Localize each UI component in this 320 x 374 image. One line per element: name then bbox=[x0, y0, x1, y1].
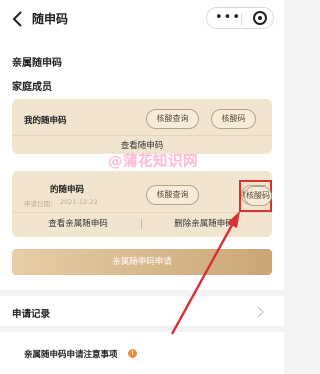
apply-relative-code-button[interactable]: 亲属随申码申请 bbox=[12, 249, 272, 275]
close-target-icon[interactable] bbox=[253, 11, 267, 25]
page-title: 随申码 bbox=[32, 12, 69, 26]
apply-date-label: 申请日期： bbox=[24, 200, 57, 208]
section-title: 亲属随申码 bbox=[12, 58, 62, 69]
test-query-button[interactable]: 核酸查询 bbox=[146, 109, 199, 129]
apply-date-value: 2021-12-22 bbox=[60, 198, 98, 206]
notice-label: 亲属随申码申请注意事项 bbox=[24, 350, 118, 360]
apply-records-label: 申请记录 bbox=[12, 309, 51, 320]
test-code-button[interactable]: 核酸码 bbox=[211, 109, 256, 129]
my-code-card: 我的随申码 核酸查询 核酸码 查看随申码 bbox=[12, 99, 272, 154]
relative-code-card: 的随申码 申请日期： 2021-12-22 核酸查询 核酸码 查看亲属随申码 删… bbox=[12, 171, 272, 237]
family-members-label: 家庭成员 bbox=[12, 82, 52, 93]
more-icon[interactable]: ••• bbox=[215, 11, 241, 24]
mini-program-capsule: ••• bbox=[206, 7, 274, 29]
card-divider bbox=[12, 135, 272, 136]
watermark: @蒲花知识网 bbox=[108, 154, 198, 170]
nav-bar: 随申码 ••• bbox=[0, 0, 284, 40]
view-relative-code-link[interactable]: 查看亲属随申码 bbox=[16, 217, 140, 229]
test-query-button[interactable]: 核酸查询 bbox=[146, 185, 199, 205]
delete-relative-code-link[interactable]: 删除亲属随申码 bbox=[142, 217, 266, 229]
back-icon[interactable] bbox=[10, 10, 26, 28]
apply-records-row[interactable]: 申请记录 bbox=[0, 296, 284, 326]
test-code-button-highlighted[interactable]: 核酸码 bbox=[244, 186, 272, 206]
card-name: 我的随申码 bbox=[24, 116, 67, 126]
card-divider bbox=[12, 212, 272, 213]
warning-icon: ! bbox=[128, 349, 137, 358]
card-name: 的随申码 bbox=[50, 185, 85, 195]
capsule-divider bbox=[241, 13, 242, 25]
notice-row[interactable]: 亲属随申码申请注意事项 ! bbox=[0, 332, 284, 374]
chevron-right-icon bbox=[252, 306, 264, 318]
